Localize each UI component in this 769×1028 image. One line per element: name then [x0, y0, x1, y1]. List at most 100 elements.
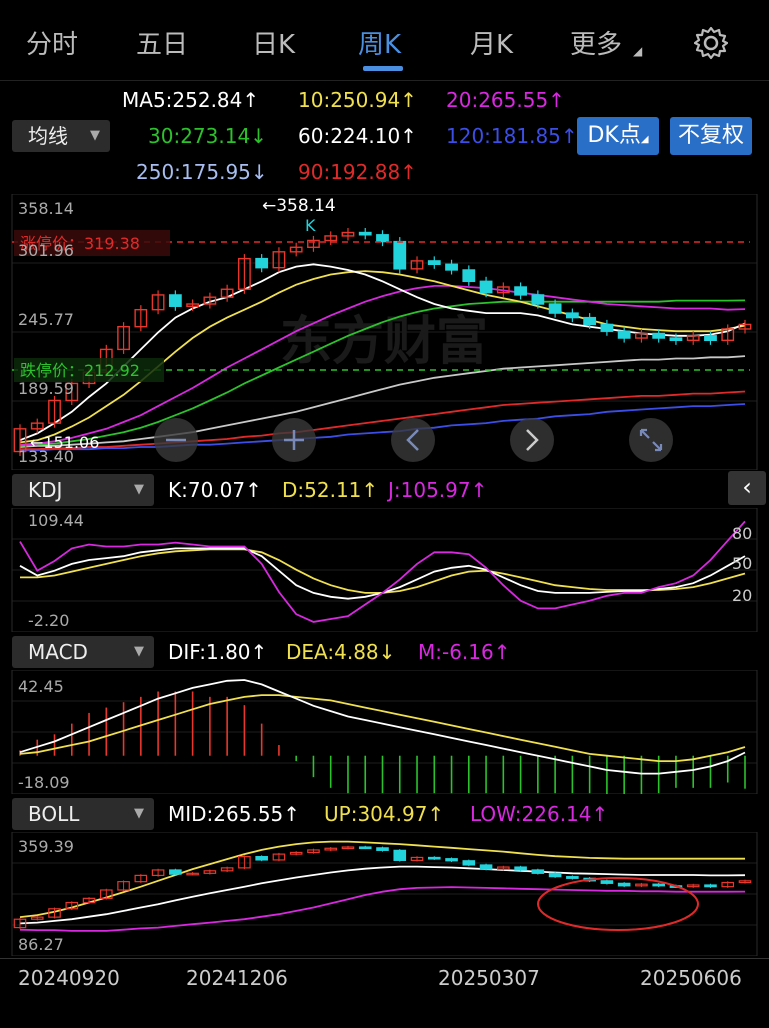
- macd-y-top: 42.45: [18, 677, 64, 696]
- tab-intraday[interactable]: 分时: [26, 24, 78, 61]
- candle-body: [427, 260, 441, 265]
- candle-body: [565, 312, 579, 319]
- x-tick-date-2: 20241206: [186, 966, 288, 990]
- ma250-label: 250:175.95↓: [136, 160, 268, 184]
- candle-body: [376, 234, 389, 243]
- candle-body: [583, 316, 597, 326]
- kdj-d-label: D:52.11↑: [282, 478, 379, 502]
- kdj-y-bottom: -2.20: [28, 611, 69, 630]
- kdj-chart: 109.44 -2.20 80 50 20: [11, 508, 758, 632]
- boll-candle-body: [652, 883, 665, 887]
- dk-point-button[interactable]: DK点◢: [577, 117, 659, 155]
- ma20-label: 20:265.55↑: [446, 88, 565, 112]
- kdj-level-50: 50: [732, 554, 752, 573]
- period-tabs: 分时 五日 日K 周K 月K 更多 ◢: [0, 0, 769, 81]
- gear-icon[interactable]: [694, 26, 728, 60]
- macd-select-label: MACD: [28, 640, 88, 664]
- boll-candle-body: [548, 872, 562, 878]
- boll-candle-body: [479, 864, 493, 870]
- macd-dif-label: DIF:1.80↑: [168, 640, 268, 664]
- no-adjust-button[interactable]: 不复权: [670, 117, 752, 155]
- boll-candle-body: [531, 869, 545, 874]
- ma90-label: 90:192.88↑: [298, 160, 417, 184]
- kdj-j-line: [19, 520, 746, 623]
- boll-up-label: UP:304.97↑: [324, 802, 445, 826]
- boll-candle-body: [514, 866, 527, 871]
- boll-candle-body: [462, 860, 476, 866]
- kdj-y-top: 109.44: [28, 511, 84, 530]
- candle-body: [600, 323, 614, 332]
- candle-body: [255, 257, 269, 269]
- macd-dea-label: DEA:4.88↓: [286, 640, 396, 664]
- candlestick-chart[interactable]: 东方财富 涨停价：319.38 跌停价：212.92 358.14 301.96…: [0, 194, 769, 470]
- candle-body: [462, 269, 476, 283]
- tab-more[interactable]: 更多: [570, 24, 622, 61]
- kdj-select-label: KDJ: [28, 478, 63, 502]
- candle-body: [168, 294, 182, 307]
- more-dropdown-icon: ◢: [633, 44, 643, 58]
- x-tick-date-3: 20250307: [438, 966, 540, 990]
- dropdown-arrow-icon: ▼: [90, 128, 100, 143]
- ma5-label: MA5:252.84↑: [122, 88, 260, 112]
- boll-mid-line: [19, 865, 746, 925]
- boll-candle-body: [600, 880, 614, 884]
- y-tick-top: 358.14: [18, 199, 74, 218]
- candle-body: [514, 286, 527, 296]
- boll-candle-body: [427, 856, 441, 860]
- tab-daily-k[interactable]: 日K: [252, 24, 295, 61]
- dk-dropdown-icon: ◢: [640, 134, 649, 145]
- ma60-label: 60:224.10↑: [298, 124, 417, 148]
- indicator-select[interactable]: 均线 ▼: [12, 120, 110, 152]
- dropdown-arrow-icon: ▼: [134, 806, 144, 821]
- boll-low-label: LOW:226.14↑: [470, 802, 609, 826]
- candle-body: [358, 231, 372, 236]
- ma30-label: 30:273.14↓: [148, 124, 267, 148]
- macd-select[interactable]: MACD ▼: [12, 636, 154, 668]
- boll-candle-body: [617, 882, 631, 887]
- tab-weekly-k[interactable]: 周K: [358, 24, 401, 61]
- high-marker: ←358.14: [262, 196, 336, 216]
- y-tick-189: 189.59: [18, 379, 74, 398]
- kdj-select[interactable]: KDJ ▼: [12, 474, 154, 506]
- ma10-label: 10:250.94↑: [298, 88, 417, 112]
- k-marker: K: [305, 216, 316, 235]
- macd-chart: 42.45 -18.09: [11, 670, 758, 794]
- macd-y-bottom: -18.09: [18, 773, 70, 792]
- macd-m-label: M:-6.16↑: [418, 640, 511, 664]
- kdj-level-20: 20: [732, 586, 752, 605]
- boll-chart: 359.39 86.27: [11, 832, 758, 956]
- ma120-label: 120:181.85↑: [446, 124, 578, 148]
- candle-body: [669, 337, 683, 342]
- boll-candle-body: [169, 869, 182, 875]
- candle-body: [617, 330, 631, 339]
- kdj-k-line: [19, 547, 746, 600]
- boll-candle-body: [445, 858, 458, 862]
- x-tick-date-4: 20250606: [640, 966, 742, 990]
- boll-candle-body: [704, 884, 717, 888]
- y-tick-245: 245.77: [18, 310, 74, 329]
- tab-five-day[interactable]: 五日: [136, 24, 188, 61]
- collapse-panel-button[interactable]: ‹: [728, 471, 766, 505]
- nav-fullscreen-button[interactable]: [629, 418, 673, 462]
- nav-right-button[interactable]: [510, 418, 554, 462]
- candle-body: [652, 332, 666, 339]
- candle-body: [531, 294, 545, 305]
- candle-body: [704, 335, 717, 342]
- chevron-left-icon: ‹: [742, 473, 752, 501]
- candle-body: [479, 280, 493, 294]
- limit-down-label: 跌停价：212.92: [20, 361, 140, 380]
- candle-body: [548, 303, 562, 314]
- low-marker: ←151.06: [30, 433, 99, 452]
- indicator-select-label: 均线: [28, 124, 68, 148]
- candle-body: [445, 263, 458, 271]
- boll-y-top: 359.39: [18, 837, 74, 856]
- boll-candle-body: [376, 847, 389, 851]
- boll-select[interactable]: BOLL ▼: [12, 798, 154, 830]
- macd-dea-line: [19, 694, 746, 762]
- nav-left-button[interactable]: [391, 418, 435, 462]
- boll-candle-body: [255, 856, 268, 861]
- tab-monthly-k[interactable]: 月K: [470, 24, 513, 61]
- boll-y-bottom: 86.27: [18, 935, 64, 954]
- boll-candle-body: [393, 849, 407, 861]
- y-tick-301: 301.96: [18, 241, 74, 260]
